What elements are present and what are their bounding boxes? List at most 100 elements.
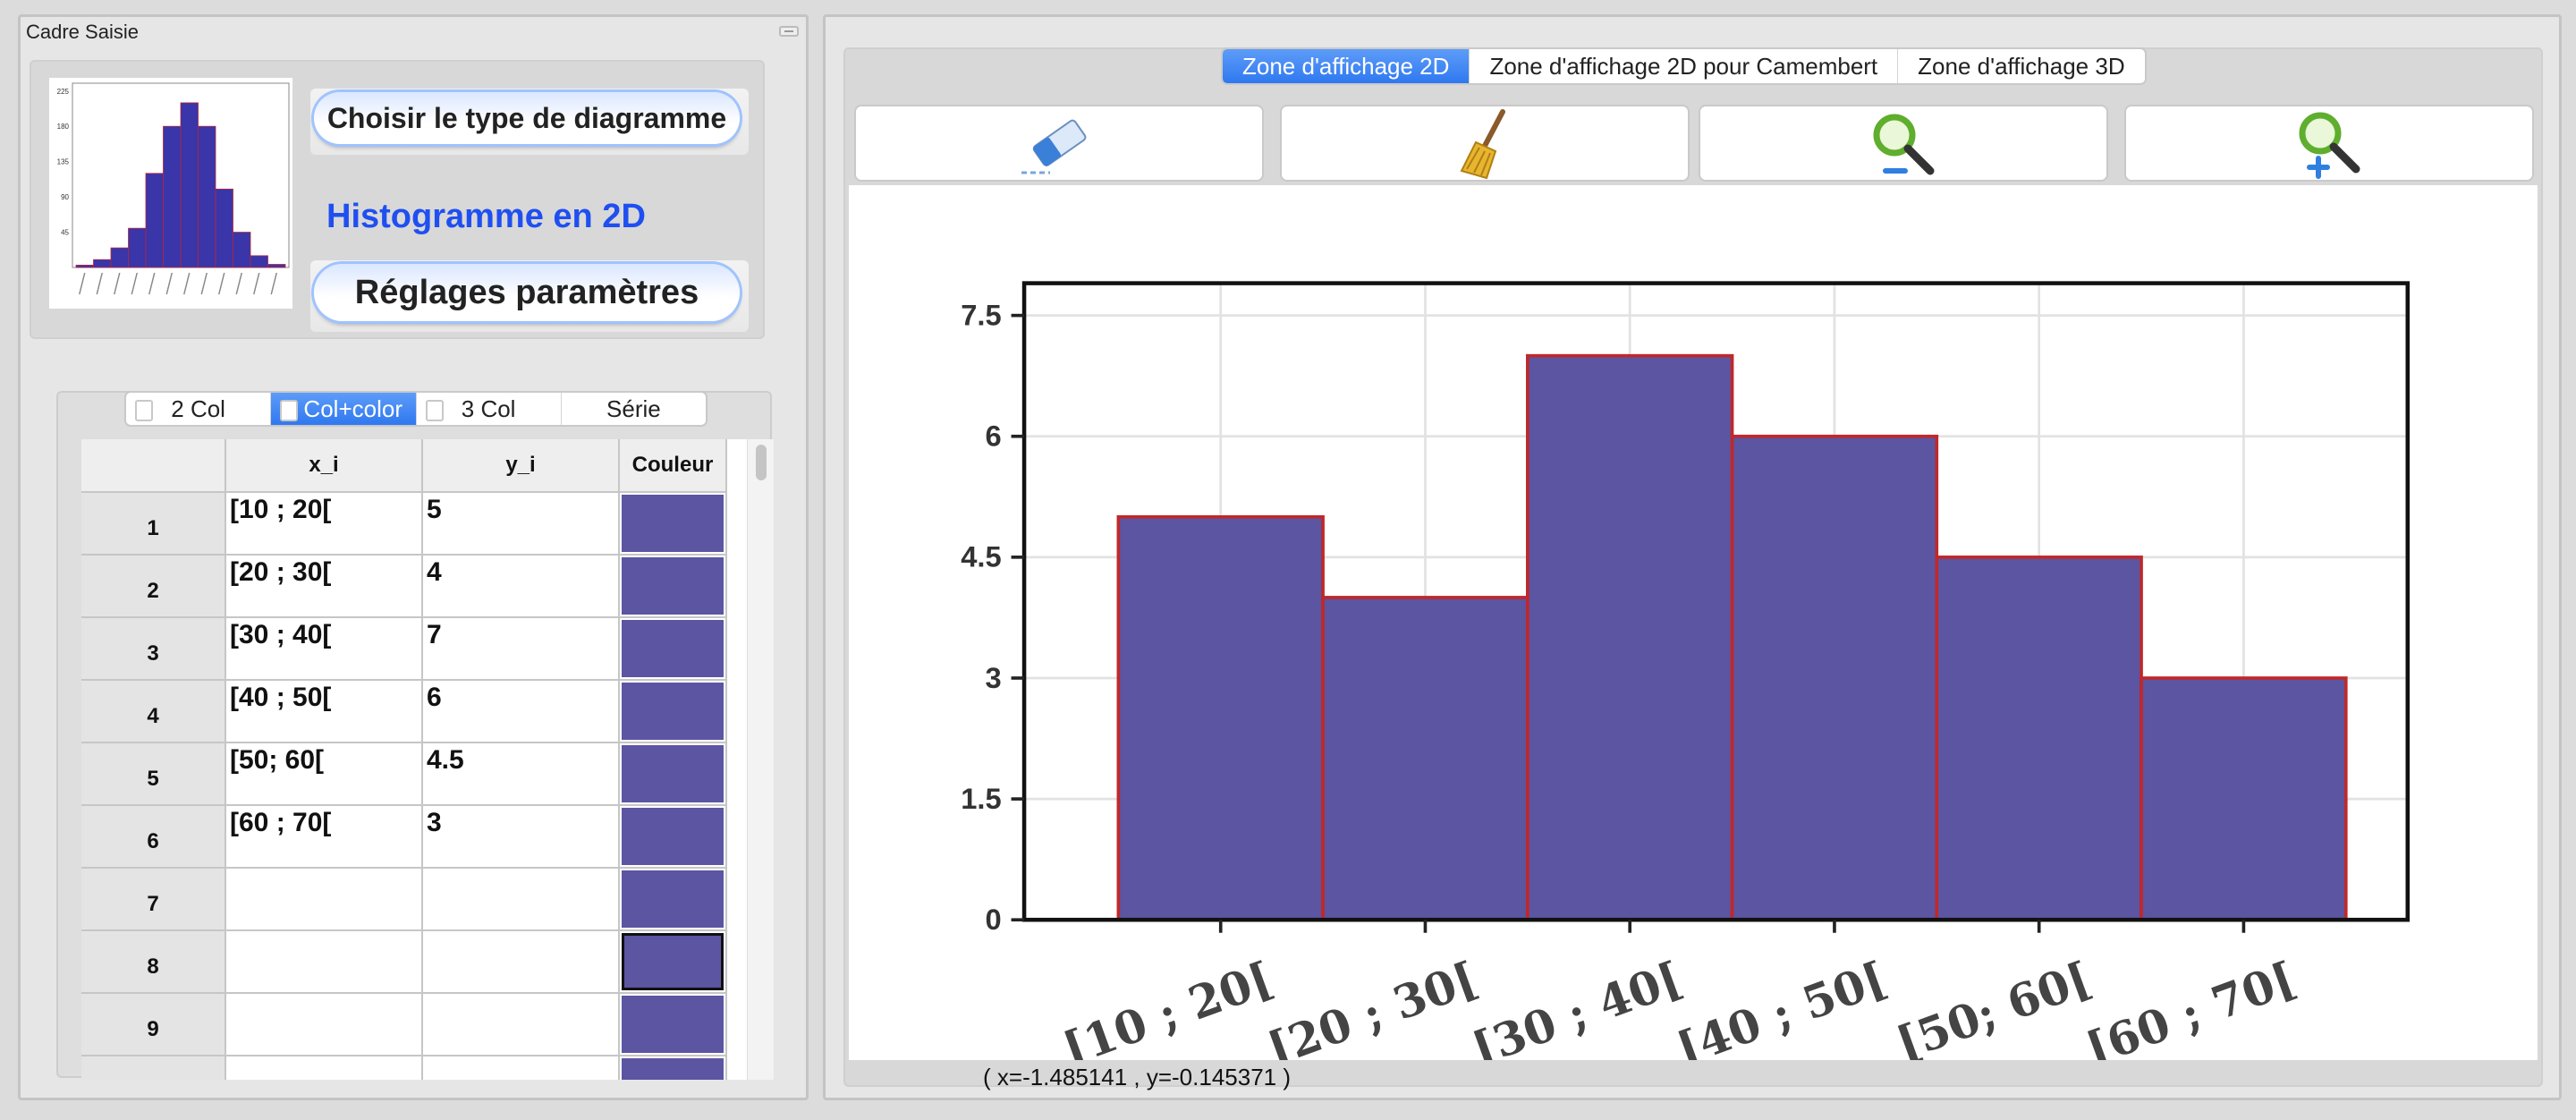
thumbnail-x-tick — [183, 272, 191, 295]
cell-color[interactable] — [620, 743, 727, 806]
cell-x[interactable]: [10 ; 20[ — [226, 493, 423, 556]
row-number[interactable]: 2 — [81, 556, 226, 618]
grid-header: x_i y_i Couleur — [81, 439, 727, 493]
row-number[interactable]: 9 — [81, 994, 226, 1056]
row-number[interactable] — [81, 1056, 226, 1080]
cell-x[interactable] — [226, 994, 423, 1056]
thumbnail-y-tick: 90 — [61, 193, 69, 201]
color-swatch — [622, 495, 724, 552]
data-table-frame: 2 Col 2 Col+color 3 Col Série x_i y_i Co… — [56, 391, 774, 1080]
thumbnail-x-tick — [131, 272, 138, 295]
thumbnail-y-tick: 225 — [57, 88, 70, 96]
cell-y[interactable]: 4.5 — [423, 743, 620, 806]
grid-rows: 1 [10 ; 20[ 5 2 [20 ; 30[ 4 3 [30 ; 40[ … — [81, 493, 727, 1080]
histogram-bar[interactable] — [2140, 676, 2348, 922]
column-header-y[interactable]: y_i — [423, 439, 620, 493]
cell-color[interactable] — [620, 994, 727, 1056]
color-swatch — [622, 745, 724, 802]
cell-x[interactable]: [30 ; 40[ — [226, 618, 423, 681]
cell-color[interactable] — [620, 681, 727, 743]
scrollbar-thumb[interactable] — [756, 445, 767, 480]
cell-color[interactable] — [620, 556, 727, 618]
zoom-out-button[interactable] — [1699, 105, 2108, 182]
table-row: 6 [60 ; 70[ 3 — [81, 806, 727, 869]
chart-area[interactable]: 0 1.5 3 4.5 6 7.5 [10 ; 20[[20 ; 30[[30 ; 40[… — [849, 185, 2538, 1060]
cell-color[interactable] — [620, 493, 727, 556]
eraser-button[interactable] — [854, 105, 1264, 182]
y-tick-label: 1.5 — [961, 782, 1001, 815]
color-swatch — [622, 808, 724, 865]
cell-color[interactable] — [620, 618, 727, 681]
cell-y[interactable]: 4 — [423, 556, 620, 618]
thumbnail-bar — [233, 232, 251, 268]
table-row: 7 — [81, 869, 727, 931]
histogram-bar[interactable] — [1116, 515, 1325, 922]
data-grid: x_i y_i Couleur 1 [10 ; 20[ 5 2 [20 ; 30… — [81, 439, 770, 1080]
cell-x[interactable]: [40 ; 50[ — [226, 681, 423, 743]
thumbnail-bar — [145, 173, 164, 268]
diagram-selector: 225 180 135 90 45 Choisir le type de diagram… — [30, 60, 765, 339]
column-header-color[interactable]: Couleur — [620, 439, 727, 493]
table-mode-tabs: 2 Col 2 Col+color 3 Col Série — [124, 391, 708, 427]
cell-y[interactable] — [423, 931, 620, 994]
tab-3col[interactable]: 3 Col — [417, 393, 562, 425]
corner-cell[interactable] — [81, 439, 226, 493]
y-tick-label: 7.5 — [961, 299, 1001, 332]
thumbnail-x-tick — [270, 272, 277, 295]
thumbnail-x-tick — [165, 272, 173, 295]
tab-2col-color[interactable]: 2 Col+color — [271, 393, 417, 425]
broom-button[interactable] — [1280, 105, 1690, 182]
thumbnail-y-tick: 45 — [61, 229, 69, 237]
diagram-thumbnail[interactable]: 225 180 135 90 45 — [49, 78, 292, 309]
row-number[interactable]: 4 — [81, 681, 226, 743]
thumbnail-x-tick — [96, 272, 103, 295]
broom-icon — [1460, 109, 1505, 180]
row-number[interactable]: 7 — [81, 869, 226, 931]
cell-color-selected[interactable] — [620, 931, 727, 994]
cell-x[interactable] — [226, 931, 423, 994]
cursor-coordinates: ( x=-1.485141 , y=-0.145371 ) — [983, 1064, 1292, 1090]
cell-y[interactable] — [423, 869, 620, 931]
color-swatch — [622, 557, 724, 615]
minimize-icon[interactable] — [779, 26, 799, 37]
cell-x[interactable] — [226, 869, 423, 931]
y-tick-label: 4.5 — [961, 540, 1001, 573]
column-header-x[interactable]: x_i — [226, 439, 423, 493]
table-row: 3 [30 ; 40[ 7 — [81, 618, 727, 681]
cell-color[interactable] — [620, 1056, 727, 1080]
histogram-bar[interactable] — [1321, 596, 1530, 922]
tab-label: 2 Col — [171, 395, 225, 422]
cell-y[interactable]: 6 — [423, 681, 620, 743]
cell-x[interactable] — [226, 1056, 423, 1080]
settings-button[interactable]: Réglages paramètres — [310, 260, 749, 332]
tab-2d[interactable]: Zone d'affichage 2D — [1223, 49, 1470, 83]
settings-label: Réglages paramètres — [314, 264, 740, 321]
cell-x[interactable]: [50; 60[ — [226, 743, 423, 806]
tab-2d-pie[interactable]: Zone d'affichage 2D pour Camembert — [1470, 49, 1899, 83]
table-row: 1 [10 ; 20[ 5 — [81, 493, 727, 556]
zoom-in-button[interactable] — [2124, 105, 2534, 182]
choose-type-button[interactable]: Choisir le type de diagramme — [310, 89, 749, 155]
vertical-scrollbar[interactable] — [747, 439, 774, 1080]
row-number[interactable]: 5 — [81, 743, 226, 806]
tab-3d[interactable]: Zone d'affichage 3D — [1898, 49, 2144, 83]
cell-y[interactable]: 3 — [423, 806, 620, 869]
cell-x[interactable]: [20 ; 30[ — [226, 556, 423, 618]
histogram-bar[interactable] — [1730, 434, 1939, 922]
histogram-bar[interactable] — [1526, 353, 1734, 922]
cell-y[interactable] — [423, 1056, 620, 1080]
cell-color[interactable] — [620, 806, 727, 869]
x-tick-label: [20 ; 30[ — [1261, 951, 1485, 1060]
tab-serie[interactable]: Série — [562, 393, 706, 425]
histogram-bar[interactable] — [1935, 556, 2143, 922]
cell-x[interactable]: [60 ; 70[ — [226, 806, 423, 869]
row-number[interactable]: 3 — [81, 618, 226, 681]
row-number[interactable]: 8 — [81, 931, 226, 994]
row-number[interactable]: 1 — [81, 493, 226, 556]
cell-y[interactable]: 5 — [423, 493, 620, 556]
cell-y[interactable] — [423, 994, 620, 1056]
tab-2col[interactable]: 2 Col — [126, 393, 272, 425]
row-number[interactable]: 6 — [81, 806, 226, 869]
cell-color[interactable] — [620, 869, 727, 931]
cell-y[interactable]: 7 — [423, 618, 620, 681]
